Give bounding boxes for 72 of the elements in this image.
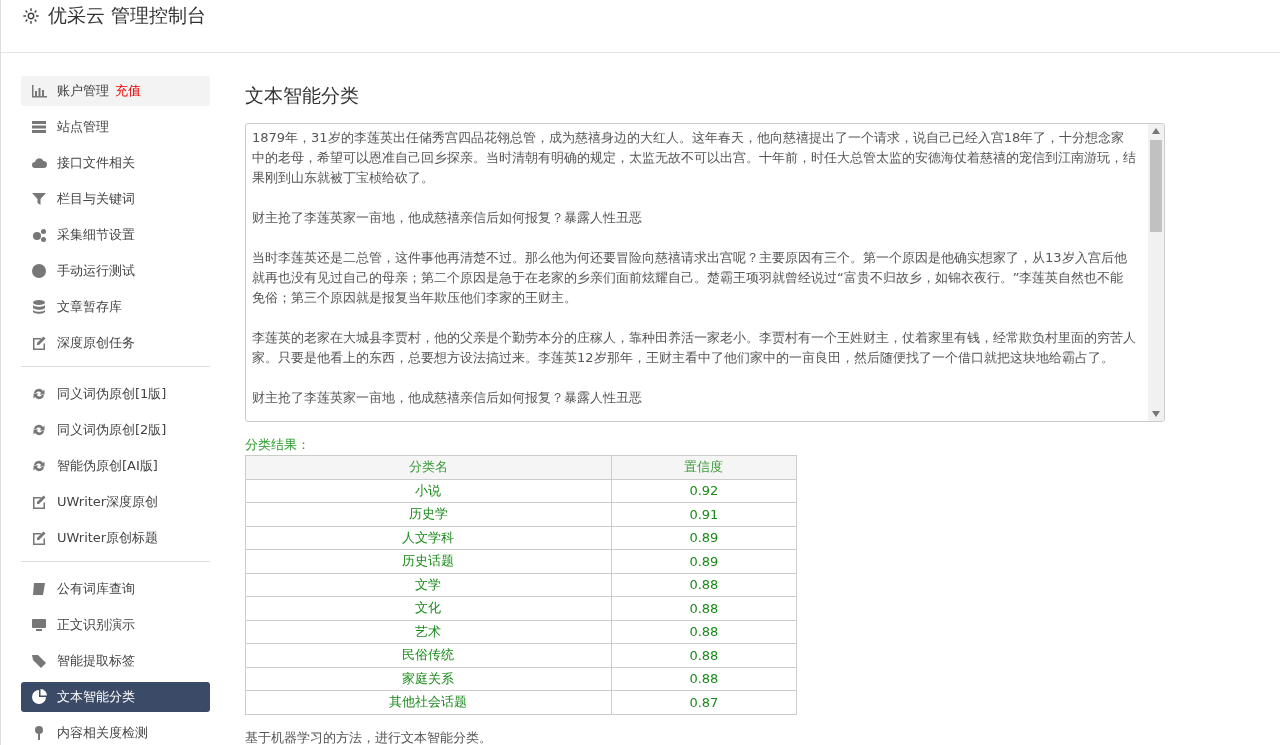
menu-item-icon — [31, 155, 47, 171]
sidebar-item[interactable]: UWriter原创标题 — [21, 523, 210, 553]
scroll-up-arrow[interactable] — [1152, 128, 1160, 134]
sidebar-item[interactable]: 栏目与关键词 — [21, 184, 210, 214]
menu-item-icon — [31, 689, 47, 705]
sidebar-item[interactable]: 文章暂存库 — [21, 292, 210, 322]
sidebar-item[interactable]: UWriter深度原创 — [21, 487, 210, 517]
table-cell: 0.88 — [611, 643, 797, 667]
page-title: 文本智能分类 — [245, 83, 360, 108]
sidebar-item[interactable]: 正文识别演示 — [21, 610, 210, 640]
table-cell: 0.88 — [611, 596, 797, 620]
sidebar-item[interactable]: 智能提取标签 — [21, 646, 210, 676]
sidebar-item[interactable]: 接口文件相关 — [21, 148, 210, 178]
recharge-link[interactable]: 充值 — [115, 82, 141, 100]
table-cell: 0.88 — [611, 620, 797, 644]
table-cell: 0.89 — [611, 526, 797, 550]
table-cell: 其他社会话题 — [245, 690, 612, 714]
table-cell: 民俗传统 — [245, 643, 612, 667]
table-cell: 0.87 — [611, 690, 797, 714]
sidebar-item[interactable]: 账户管理 充值 — [21, 76, 210, 106]
sidebar-item[interactable]: 内容相关度检测 — [21, 718, 210, 745]
sidebar-item[interactable]: 站点管理 — [21, 112, 210, 142]
paragraph: 当时李莲英还是二总管，这件事他再清楚不过。那么他为何还要冒险向慈禧请求出宫呢？主要原因有三个。第一个原因是他确实想家了，从13岁入宫后他就再也没有见过自己的母亲；第二个原因是急于在老家的乡亲们面前炫耀自己。楚霸王项羽就曾经说过“富贵不归故乡，如锦衣夜行。”李莲英自然也不能免俗；第三个原因就是报复当年欺压他们李家的王财主。 — [252, 249, 1128, 307]
sidebar-item[interactable]: 公有词库查询 — [21, 574, 210, 604]
paragraph: 李莲英的老家在大城县李贾村，他的父亲是个勤劳本分的庄稼人，靠种田养活一家老小。李贾村有一个王姓财主，仗着家里有钱，经常欺负村里面的穷苦人家。只要是他看上的东西，总要想方设法搞过来。李莲英12岁那年，王财主看中了他们家中的一亩良田，然后随便找了一个借口就把这块地给霸占了。 — [252, 329, 1136, 367]
table-cell: 0.92 — [611, 479, 797, 503]
menu-item-icon — [31, 299, 47, 315]
table-cell: 文学 — [245, 573, 612, 597]
menu-item-icon — [31, 335, 47, 351]
paragraph: 1879年，31岁的李莲英出任储秀宫四品花翎总管，成为慈禧身边的大红人。这年春天，他向慈禧提出了一个请求，说自己已经入宫18年了，十分想念家中的老母，希望可以恩准自己回乡探亲。当时清朝有明确的规定，太监无故不可以出宫。十年前，时任大总管太监的安德海仗着慈禧的宠信到江南游玩，结果刚到山东就被丁宝桢给砍了。 — [252, 129, 1136, 187]
table-cell: 0.88 — [611, 573, 797, 597]
column-header: 分类名 — [245, 455, 612, 479]
table-cell: 家庭关系 — [245, 667, 612, 691]
table-cell: 0.91 — [611, 502, 797, 526]
table-cell: 小说 — [245, 479, 612, 503]
table-cell: 历史学 — [245, 502, 612, 526]
sidebar-item[interactable]: 智能伪原创[AI版] — [21, 451, 210, 481]
sidebar-item[interactable]: 同义词伪原创[2版] — [21, 415, 210, 445]
sidebar-item[interactable]: 文本智能分类 — [21, 682, 210, 712]
scrollbar-thumb[interactable] — [1150, 140, 1162, 232]
menu-item-icon — [31, 653, 47, 669]
menu-item-icon — [31, 191, 47, 207]
menu-item-icon — [31, 263, 47, 279]
sidebar-item[interactable]: 采集细节设置 — [21, 220, 210, 250]
menu-item-icon — [31, 617, 47, 633]
menu-item-icon — [31, 386, 47, 402]
table-cell: 人文学科 — [245, 526, 612, 550]
sidebar-item[interactable]: 同义词伪原创[1版] — [21, 379, 210, 409]
description-text: 基于机器学习的方法，进行文本智能分类。 — [245, 728, 493, 745]
menu-item-icon — [31, 83, 47, 99]
menu-item-icon — [31, 458, 47, 474]
menu-item-icon — [31, 581, 47, 597]
menu-item-icon — [31, 119, 47, 135]
table-cell: 0.89 — [611, 549, 797, 573]
sidebar-item[interactable]: 手动运行测试 — [21, 256, 210, 286]
app-title: 优采云 管理控制台 — [48, 3, 207, 28]
menu-item-icon — [31, 227, 47, 243]
table-cell: 文化 — [245, 596, 612, 620]
paragraph: 财主抢了李莲英家一亩地，他成慈禧亲信后如何报复？暴露人性丑恶 — [252, 209, 643, 227]
table-cell: 艺术 — [245, 620, 612, 644]
menu-item-icon — [31, 422, 47, 438]
menu-item-icon — [31, 494, 47, 510]
scroll-down-arrow[interactable] — [1152, 411, 1160, 417]
column-header: 置信度 — [611, 455, 797, 479]
table-cell: 历史话题 — [245, 549, 612, 573]
table-cell: 0.88 — [611, 667, 797, 691]
sidebar-item[interactable]: 深度原创任务 — [21, 328, 210, 358]
result-label: 分类结果： — [245, 436, 311, 454]
settings-icon — [22, 7, 40, 25]
paragraph: 财主抢了李莲英家一亩地，他成慈禧亲信后如何报复？暴露人性丑恶 — [252, 389, 643, 407]
menu-item-icon — [31, 530, 47, 546]
text-input-area[interactable] — [245, 123, 1165, 422]
